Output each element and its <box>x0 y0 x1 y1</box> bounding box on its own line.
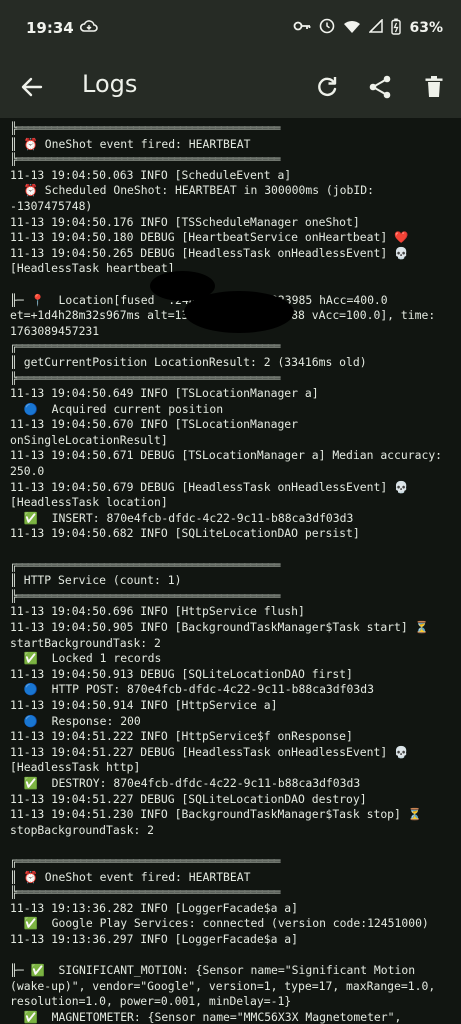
log-line: ✅ INSERT: 870e4fcb-dfdc-4c22-9c11-b88ca3… <box>10 510 354 525</box>
log-line: ╠═══════════════════════════════════════… <box>10 370 280 385</box>
log-line: 11-13 19:04:51.227 DEBUG [SQLiteLocation… <box>10 791 367 806</box>
log-line: [HeadlessTask http] <box>10 760 141 775</box>
log-line: 11-13 19:04:50.696 INFO [HttpService flu… <box>10 604 305 619</box>
log-view[interactable]: ╠═══════════════════════════════════════… <box>0 118 461 1024</box>
log-line: 11-13 19:04:50.914 INFO [HttpService a] <box>10 697 278 712</box>
signal-icon <box>368 18 384 37</box>
log-line: 11-13 19:04:50.682 INFO [SQLiteLocationD… <box>10 526 360 541</box>
key-icon <box>293 20 311 36</box>
redaction-mark <box>184 291 294 333</box>
log-line: 11-13 19:04:50.913 DEBUG [SQLiteLocation… <box>10 666 353 681</box>
log-line: ║ getCurrentPosition LocationResult: 2 (… <box>10 354 367 369</box>
cloud-sync-icon <box>79 19 98 37</box>
log-line: 11-13 19:04:50.905 INFO [BackgroundTaskM… <box>10 620 429 634</box>
log-line: 🔵 Acquired current position <box>10 401 224 416</box>
log-line: ✅ MAGNETOMETER: {Sensor name="MMC56X3X M… <box>10 1009 402 1024</box>
log-line: 11-13 19:13:36.282 INFO [LoggerFacade$a … <box>10 900 299 915</box>
log-line: (wake-up)", vendor="Google", version=1, … <box>10 978 436 993</box>
log-line: ╠═══════════════════════════════════════… <box>10 588 280 603</box>
log-line: ✅ Google Play Services: connected (versi… <box>10 916 429 931</box>
log-line: onSingleLocationResult] <box>10 432 168 447</box>
log-line: ╔═══════════════════════════════════════… <box>10 853 280 868</box>
page-title: Logs <box>82 70 138 98</box>
log-line: 11-13 19:04:50.265 DEBUG [HeadlessTask o… <box>10 245 409 260</box>
log-line: 11-13 19:04:50.671 DEBUG [TSLocationMana… <box>10 448 443 463</box>
log-line: ╔═══════════════════════════════════════… <box>10 557 280 572</box>
battery-level: 63% <box>409 20 443 36</box>
log-line: 11-13 19:04:50.180 DEBUG [HeartbeatServi… <box>10 230 409 245</box>
log-line: ╔═══════════════════════════════════════… <box>10 339 280 354</box>
share-icon[interactable] <box>366 73 394 101</box>
log-line: stopBackgroundTask: 2 <box>10 822 155 837</box>
log-line: 250.0 <box>10 464 45 479</box>
log-line: ╠═══════════════════════════════════════… <box>10 152 280 167</box>
log-line: ✅ Locked 1 records <box>10 651 162 666</box>
log-line: 11-13 19:04:51.230 INFO [BackgroundTaskM… <box>10 807 422 822</box>
log-line: ║ HTTP Service (count: 1) <box>10 573 182 588</box>
status-bar: 19:34 63% <box>0 0 461 56</box>
log-line: ╠═══════════════════════════════════════… <box>10 885 280 900</box>
log-line: startBackgroundTask: 2 <box>10 635 161 650</box>
battery-icon <box>391 18 402 39</box>
status-time: 19:34 <box>26 19 74 37</box>
log-line: ⏰ Scheduled OneShot: HEARTBEAT in 300000… <box>10 183 374 198</box>
log-line: 11-13 19:04:50.649 INFO [TSLocationManag… <box>10 386 319 401</box>
log-line: 11-13 19:13:36.297 INFO [LoggerFacade$a … <box>10 931 299 946</box>
log-line: ✅ DESTROY: 870e4fcb-dfdc-4c22-9c11-b88ca… <box>10 775 361 790</box>
log-line: 11-13 19:04:50.063 INFO [ScheduleEvent a… <box>10 167 292 182</box>
log-lines: ╠═══════════════════════════════════════… <box>10 121 461 1024</box>
log-line: [HeadlessTask heartbeat] <box>10 261 175 276</box>
alarm-icon <box>319 18 335 38</box>
log-line: 11-13 19:04:51.227 DEBUG [HeadlessTask o… <box>10 744 409 759</box>
log-line: 11-13 19:04:50.176 INFO [TSScheduleManag… <box>10 214 360 229</box>
log-line: [HeadlessTask location] <box>10 495 168 510</box>
delete-icon[interactable] <box>420 73 448 101</box>
back-arrow-icon[interactable] <box>18 73 46 101</box>
log-line: 11-13 19:04:50.679 DEBUG [HeadlessTask o… <box>10 479 409 494</box>
log-line: 11-13 19:04:50.670 INFO [TSLocationManag… <box>10 417 299 432</box>
log-line: ║ ⏰ OneShot event fired: HEARTBEAT <box>10 136 251 151</box>
wifi-icon <box>343 19 361 38</box>
top-app-bar: Logs <box>0 56 461 118</box>
refresh-icon[interactable] <box>313 73 341 101</box>
log-line: 11-13 19:04:51.222 INFO [HttpService$f o… <box>10 729 353 744</box>
log-line: ╟─ ✅ SIGNIFICANT_MOTION: {Sensor name="S… <box>10 963 416 978</box>
log-line: ║ ⏰ OneShot event fired: HEARTBEAT <box>10 869 251 884</box>
log-line: 🔵 HTTP POST: 870e4fcb-dfdc-4c22-9c11-b88… <box>10 682 374 697</box>
log-line: 🔵 Response: 200 <box>10 713 141 728</box>
log-line: -1307475748) <box>10 198 93 213</box>
log-line: ╠═══════════════════════════════════════… <box>10 121 280 135</box>
log-line: resolution=1.0, power=0.001, minDelay=-1… <box>10 994 292 1009</box>
